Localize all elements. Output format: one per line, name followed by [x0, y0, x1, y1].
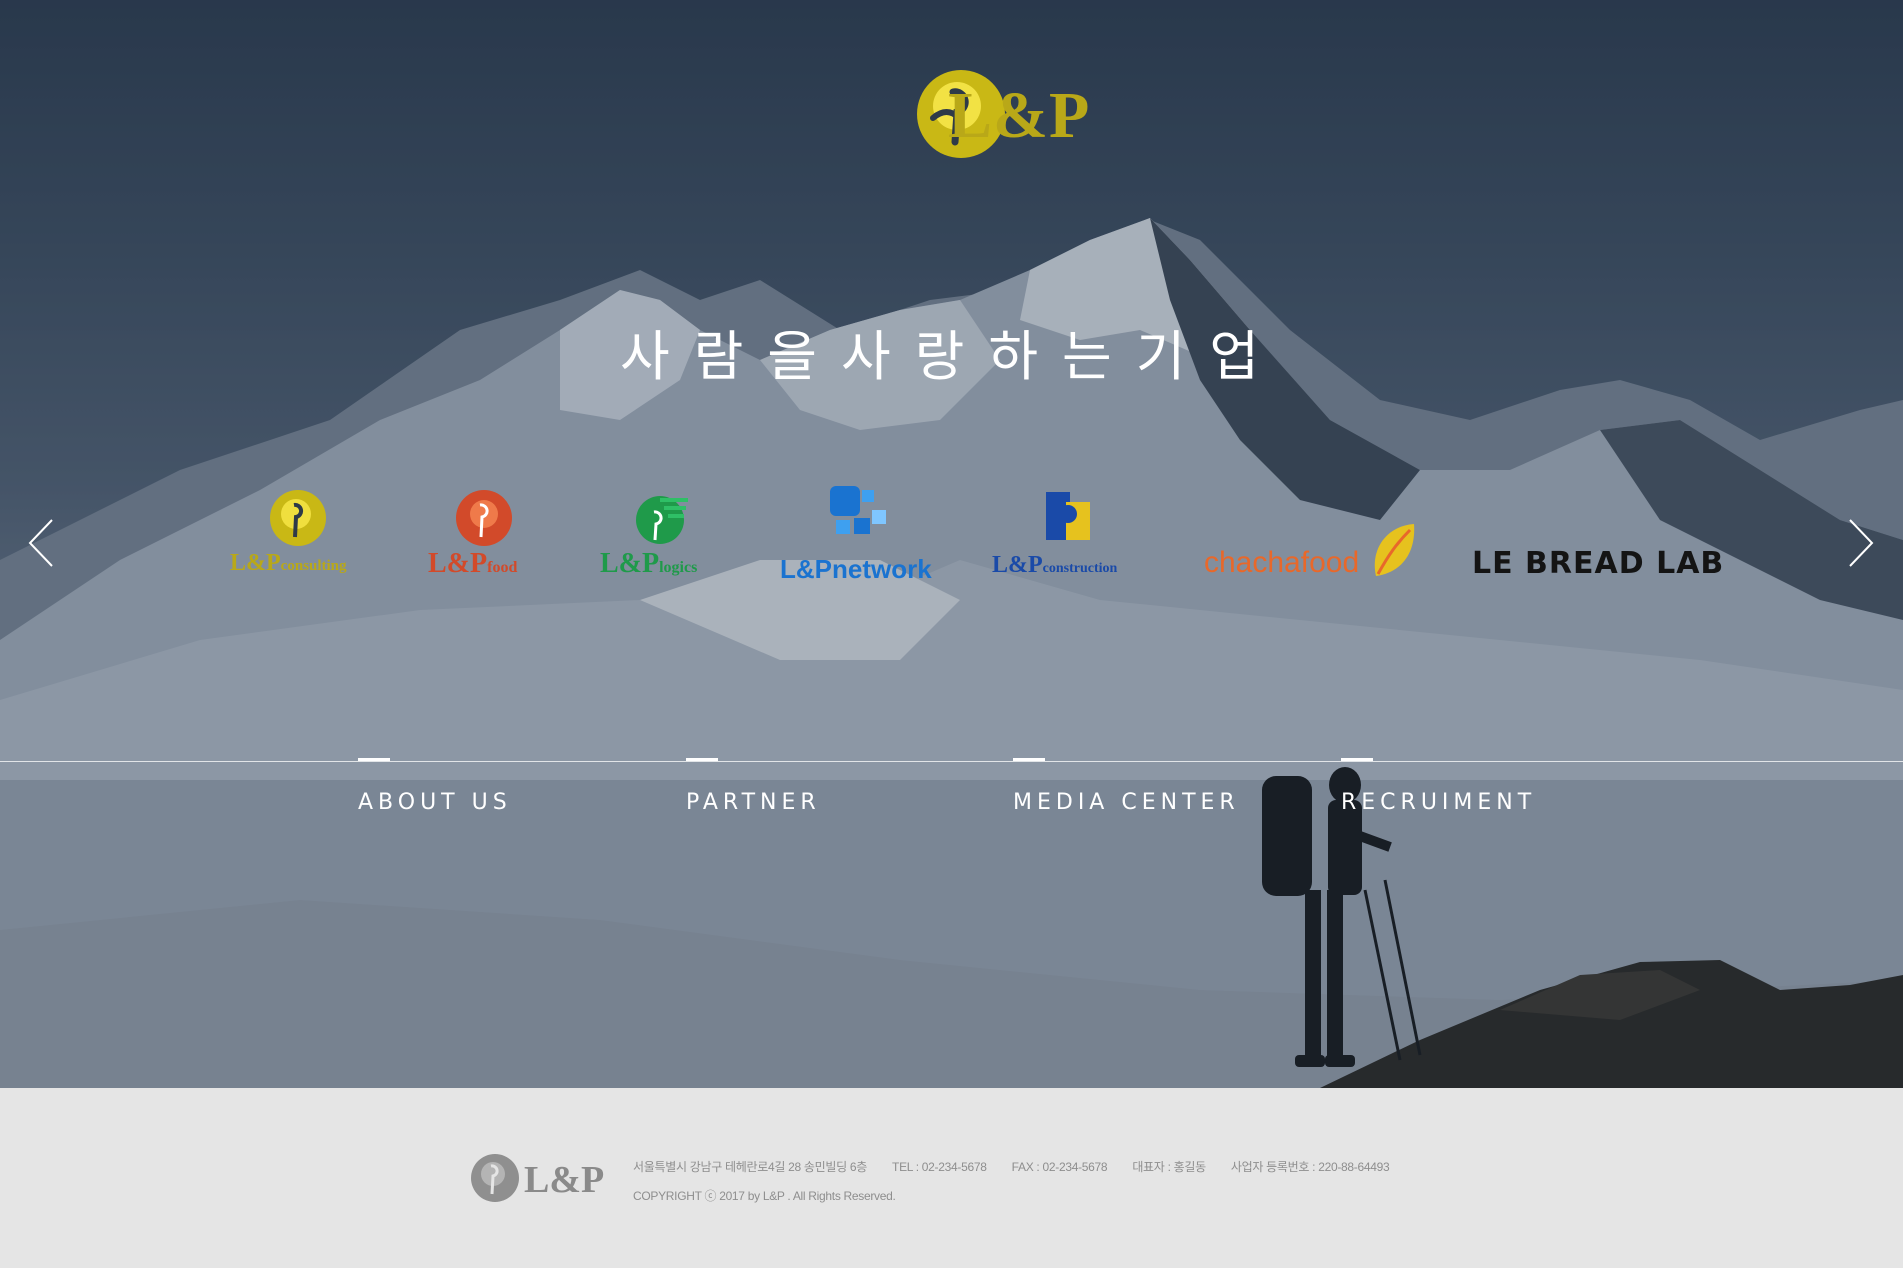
brand-prefix: L&P	[230, 550, 281, 576]
footer-business-number: 사업자 등록번호 : 220-88-64493	[1230, 1160, 1390, 1174]
lp-consulting-logo-icon	[270, 490, 326, 546]
brand-suffix: logics	[659, 559, 698, 576]
lp-construction-logo-icon	[1046, 492, 1090, 540]
footer-copyright: COPYRIGHT ⓒ 2017 by L&P . All Rights Res…	[633, 1189, 896, 1203]
logo-text[interactable]: L&P	[948, 78, 1090, 154]
brand-prefix: L&P	[428, 548, 488, 579]
brand-suffix: network	[832, 554, 932, 584]
chachafood-leaf-icon	[1374, 524, 1415, 576]
slider-next-button[interactable]	[1838, 516, 1878, 570]
brand-lp-food[interactable]: L&Pfood	[428, 480, 558, 580]
lp-network-logo-icon	[830, 486, 886, 534]
footer	[0, 1088, 1903, 1268]
footer-lp-logo-icon	[471, 1154, 519, 1202]
footer-tel: TEL : 02-234-5678	[892, 1160, 987, 1174]
hero-section: L&P 사람을사랑하는기업 L&Pconsulting L&Pfood L&Pl…	[0, 0, 1903, 1088]
brand-le-bread-lab[interactable]: LE BREAD LAB	[1472, 480, 1723, 581]
brand-lp-construction[interactable]: L&Pconstruction	[992, 480, 1152, 580]
brand-suffix: food	[487, 559, 518, 576]
brand-prefix: L&P	[780, 554, 832, 584]
nav-tick	[358, 758, 390, 761]
footer-company-info: 서울특별시 강남구 테헤란로4길 28 송민빌딩 6층 TEL : 02-234…	[633, 1158, 1411, 1175]
brand-prefix: LE BREAD LAB	[1472, 546, 1725, 581]
nav-label[interactable]: PARTNER	[686, 790, 821, 815]
footer-ceo: 대표자 : 홍길동	[1132, 1160, 1206, 1174]
brand-suffix: construction	[1042, 561, 1118, 576]
nav-tick	[1013, 758, 1045, 761]
brand-suffix: consulting	[280, 558, 347, 574]
nav-label[interactable]: ABOUT US	[358, 790, 512, 815]
brand-lp-consulting[interactable]: L&Pconsulting	[228, 480, 378, 580]
nav-divider	[0, 761, 1903, 762]
nav-label[interactable]: RECRUIMENT	[1341, 790, 1536, 815]
footer-logo-text: L&P	[524, 1159, 605, 1201]
chevron-left-icon[interactable]	[24, 516, 64, 570]
lp-food-logo-icon	[456, 490, 512, 546]
chevron-right-icon[interactable]	[1838, 516, 1878, 570]
brand-lp-network[interactable]: L&Pnetwork	[780, 480, 940, 584]
footer-fax: FAX : 02-234-5678	[1011, 1160, 1108, 1174]
brand-lp-logics[interactable]: L&Plogics	[600, 480, 730, 580]
lp-logics-logo-icon	[636, 496, 688, 544]
brand-chachafood[interactable]: chachafood	[1204, 480, 1424, 580]
footer-address: 서울특별시 강남구 테헤란로4길 28 송민빌딩 6층	[633, 1160, 867, 1174]
nav-tick	[1341, 758, 1373, 761]
nav-label[interactable]: MEDIA CENTER	[1013, 790, 1240, 815]
brand-prefix: chachafood	[1204, 546, 1360, 579]
nav-tick	[686, 758, 718, 761]
brand-prefix: L&P	[600, 548, 660, 579]
brand-prefix: L&P	[992, 552, 1043, 578]
slider-prev-button[interactable]	[24, 516, 64, 570]
hero-slogan: 사람을사랑하는기업	[619, 325, 1284, 388]
